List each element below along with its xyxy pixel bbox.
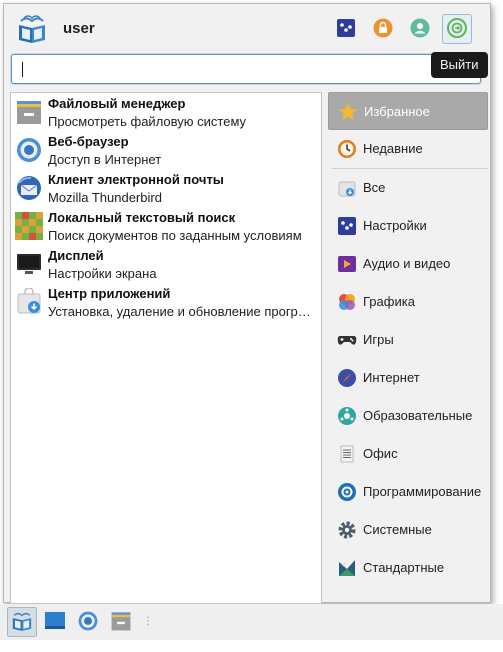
taskbar-desktop-button[interactable] <box>40 607 70 637</box>
list-item[interactable]: Веб-браузер Доступ в Интернет <box>11 131 321 169</box>
taskbar-browser-button[interactable] <box>73 607 103 637</box>
system-gear-icon <box>337 520 357 540</box>
username-label: user <box>63 20 95 37</box>
browser-icon <box>77 610 99 635</box>
taskbar-handle-icon[interactable]: ⋮ <box>143 616 153 627</box>
clock-icon <box>337 139 357 159</box>
category-multimedia[interactable]: Аудио и видео <box>328 245 488 283</box>
list-item[interactable]: Клиент электронной почты Mozilla Thunder… <box>11 169 321 207</box>
item-description: Mozilla Thunderbird <box>48 190 162 205</box>
taskbar-menu-button[interactable] <box>7 607 37 637</box>
lock-button[interactable] <box>368 14 398 44</box>
category-internet[interactable]: Интернет <box>328 359 488 397</box>
application-menu: user Файловый менеджер Просмотреть файло… <box>3 3 491 604</box>
category-label: Интернет <box>363 370 420 385</box>
file-manager-icon <box>110 610 132 635</box>
category-accessories[interactable]: Стандартные <box>328 549 488 587</box>
category-education[interactable]: Образовательные <box>328 397 488 435</box>
item-description: Поиск документов по заданным условиям <box>48 228 302 243</box>
multimedia-icon <box>337 254 357 274</box>
category-label: Программирование <box>363 484 482 499</box>
category-development[interactable]: Программирование <box>328 473 488 511</box>
settings-icon <box>336 18 356 41</box>
list-item[interactable]: Локальный текстовый поиск Поиск документ… <box>11 207 321 245</box>
display-icon <box>15 250 43 278</box>
item-description: Настройки экрана <box>48 266 157 281</box>
user-button[interactable] <box>405 14 435 44</box>
category-label: Избранное <box>364 104 430 119</box>
education-icon <box>337 406 357 426</box>
search-grid-icon <box>15 212 43 240</box>
category-graphics[interactable]: Графика <box>328 283 488 321</box>
item-title: Файловый менеджер <box>48 96 186 111</box>
logout-button[interactable] <box>442 14 472 44</box>
logout-tooltip: Выйти <box>431 52 488 78</box>
menu-logo-icon <box>10 609 34 636</box>
category-label: Игры <box>363 332 394 347</box>
category-system[interactable]: Системные <box>328 511 488 549</box>
category-label: Образовательные <box>363 408 473 423</box>
gamepad-icon <box>337 330 357 350</box>
taskbar: ⋮ <box>0 604 503 640</box>
category-settings[interactable]: Настройки <box>328 207 488 245</box>
category-list: Избранное Недавние Все Настройки Аудио и… <box>328 92 488 587</box>
desktop-icon <box>44 610 66 635</box>
browser-icon <box>15 136 43 164</box>
mail-icon <box>15 174 43 202</box>
internet-icon <box>337 368 357 388</box>
item-title: Веб-браузер <box>48 134 129 149</box>
list-item[interactable]: Файловый менеджер Просмотреть файловую с… <box>11 93 321 131</box>
accessories-icon <box>337 558 357 578</box>
item-title: Дисплей <box>48 248 104 263</box>
menu-header: user <box>4 4 490 54</box>
taskbar-file-manager-button[interactable] <box>106 607 136 637</box>
all-apps-icon <box>337 178 357 198</box>
category-label: Стандартные <box>363 560 445 575</box>
app-center-icon <box>15 287 43 316</box>
list-item[interactable]: Центр приложений Установка, удаление и о… <box>11 283 321 321</box>
development-icon <box>337 482 357 502</box>
item-description: Установка, удаление и обновление прогр… <box>48 304 311 319</box>
item-title: Клиент электронной почты <box>48 172 224 187</box>
category-label: Графика <box>363 294 415 309</box>
item-description: Доступ в Интернет <box>48 152 162 167</box>
item-title: Локальный текстовый поиск <box>48 210 236 225</box>
lock-icon <box>373 18 393 41</box>
category-label: Настройки <box>363 218 427 233</box>
category-recent[interactable]: Недавние <box>328 130 488 168</box>
user-icon <box>410 18 430 41</box>
category-favorites[interactable]: Избранное <box>328 92 488 130</box>
book-logo-icon <box>15 12 49 46</box>
settings-button[interactable] <box>331 14 361 44</box>
item-description: Просмотреть файловую систему <box>48 114 247 129</box>
office-icon <box>337 444 357 464</box>
category-all[interactable]: Все <box>328 169 488 207</box>
category-label: Недавние <box>363 141 423 156</box>
category-label: Все <box>363 180 386 195</box>
category-office[interactable]: Офис <box>328 435 488 473</box>
search-input[interactable] <box>11 54 481 84</box>
text-caret <box>22 62 23 77</box>
category-label: Офис <box>363 446 398 461</box>
settings-icon <box>337 216 357 236</box>
file-manager-icon <box>15 98 43 126</box>
category-label: Системные <box>363 522 432 537</box>
category-label: Аудио и видео <box>363 256 451 271</box>
item-title: Центр приложений <box>48 286 171 301</box>
category-games[interactable]: Игры <box>328 321 488 359</box>
star-icon <box>338 102 358 122</box>
graphics-icon <box>337 292 357 312</box>
logout-icon <box>447 17 467 41</box>
list-item[interactable]: Дисплей Настройки экрана <box>11 245 321 283</box>
favorites-list: Файловый менеджер Просмотреть файловую с… <box>10 92 322 604</box>
